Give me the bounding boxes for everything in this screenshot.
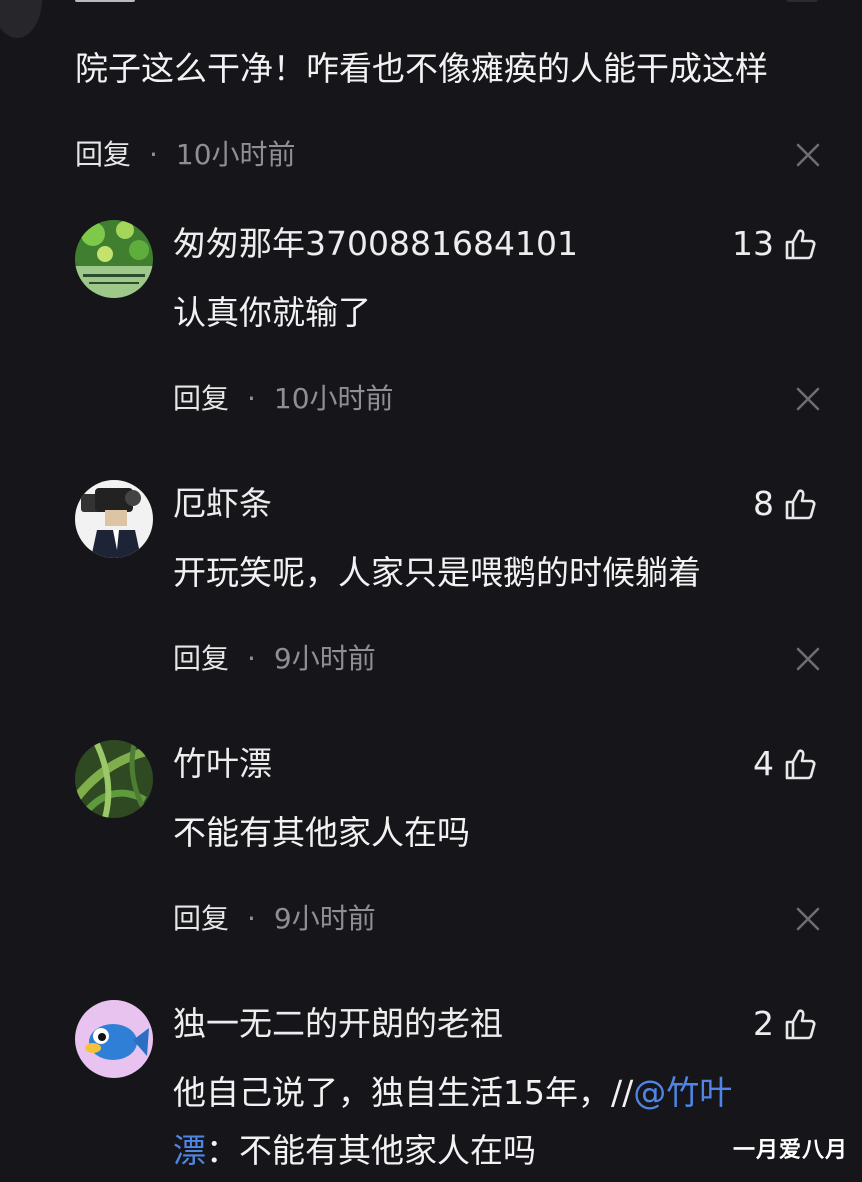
thumbs-up-icon[interactable] bbox=[784, 227, 818, 261]
close-icon[interactable] bbox=[793, 384, 823, 414]
username[interactable] bbox=[75, 0, 135, 2]
meta-separator: · bbox=[247, 902, 256, 935]
reply-button[interactable]: 回复 bbox=[75, 138, 131, 172]
username[interactable]: 厄虾条 bbox=[173, 484, 272, 524]
thumbs-up-icon[interactable] bbox=[784, 747, 818, 781]
like-control[interactable]: 8 bbox=[753, 484, 818, 524]
meta-separator: · bbox=[247, 382, 256, 415]
username[interactable]: 竹叶漂 bbox=[173, 744, 272, 784]
watermark: 一月爱八月 bbox=[732, 1138, 848, 1163]
comment-text: 开玩笑呢，人家只是喂鹅的时候躺着 bbox=[173, 553, 701, 592]
comment-time: 9小时前 bbox=[273, 642, 376, 675]
like-control[interactable]: 2 bbox=[753, 1004, 818, 1044]
comment-meta: 回复 · 9小时前 bbox=[173, 902, 376, 936]
like-count: 4 bbox=[753, 744, 774, 783]
comment-text: 他自己说了，独自生活15年，//@竹叶漂：不能有其他家人在吗 bbox=[173, 1064, 783, 1180]
comment-text: 认真你就输了 bbox=[173, 293, 371, 332]
comment-text: 院子这么干净！咋看也不像瘫痪的人能干成这样 bbox=[75, 49, 768, 88]
comment-text-part: ：不能有其他家人在吗 bbox=[206, 1131, 536, 1170]
username[interactable]: 匆匆那年3700881684101 bbox=[173, 224, 578, 264]
comment-time: 9小时前 bbox=[273, 902, 376, 935]
meta-separator: · bbox=[149, 138, 158, 171]
comment-meta: 回复 · 10小时前 bbox=[173, 382, 394, 416]
meta-separator: · bbox=[247, 642, 256, 675]
reply-button[interactable]: 回复 bbox=[173, 642, 229, 676]
comment-meta: 回复 · 10小时前 bbox=[75, 138, 296, 172]
comment-text: 不能有其他家人在吗 bbox=[173, 813, 470, 852]
close-icon[interactable] bbox=[793, 904, 823, 934]
comment-meta: 回复 · 9小时前 bbox=[173, 642, 376, 676]
avatar[interactable] bbox=[75, 1000, 153, 1078]
comment-time: 10小时前 bbox=[175, 138, 296, 171]
like-count: 8 bbox=[753, 484, 774, 523]
close-icon[interactable] bbox=[793, 140, 823, 170]
reply-button[interactable]: 回复 bbox=[173, 382, 229, 416]
reply-button[interactable]: 回复 bbox=[173, 902, 229, 936]
username[interactable]: 独一无二的开朗的老祖 bbox=[173, 1004, 503, 1044]
avatar[interactable] bbox=[75, 740, 153, 818]
avatar[interactable] bbox=[75, 220, 153, 298]
thumbs-up-icon[interactable] bbox=[784, 487, 818, 521]
like-count: 13 bbox=[732, 224, 774, 263]
thumbs-up-icon[interactable] bbox=[784, 1007, 818, 1041]
like-count: 2 bbox=[753, 1004, 774, 1043]
like-control[interactable]: 4 bbox=[753, 744, 818, 784]
comment-text-part: 他自己说了，独自生活15年，// bbox=[173, 1073, 634, 1112]
comment-time: 10小时前 bbox=[273, 382, 394, 415]
close-icon[interactable] bbox=[793, 644, 823, 674]
like-control[interactable]: 13 bbox=[732, 224, 818, 264]
more-icon[interactable] bbox=[786, 0, 818, 2]
avatar[interactable] bbox=[0, 0, 42, 38]
avatar[interactable] bbox=[75, 480, 153, 558]
